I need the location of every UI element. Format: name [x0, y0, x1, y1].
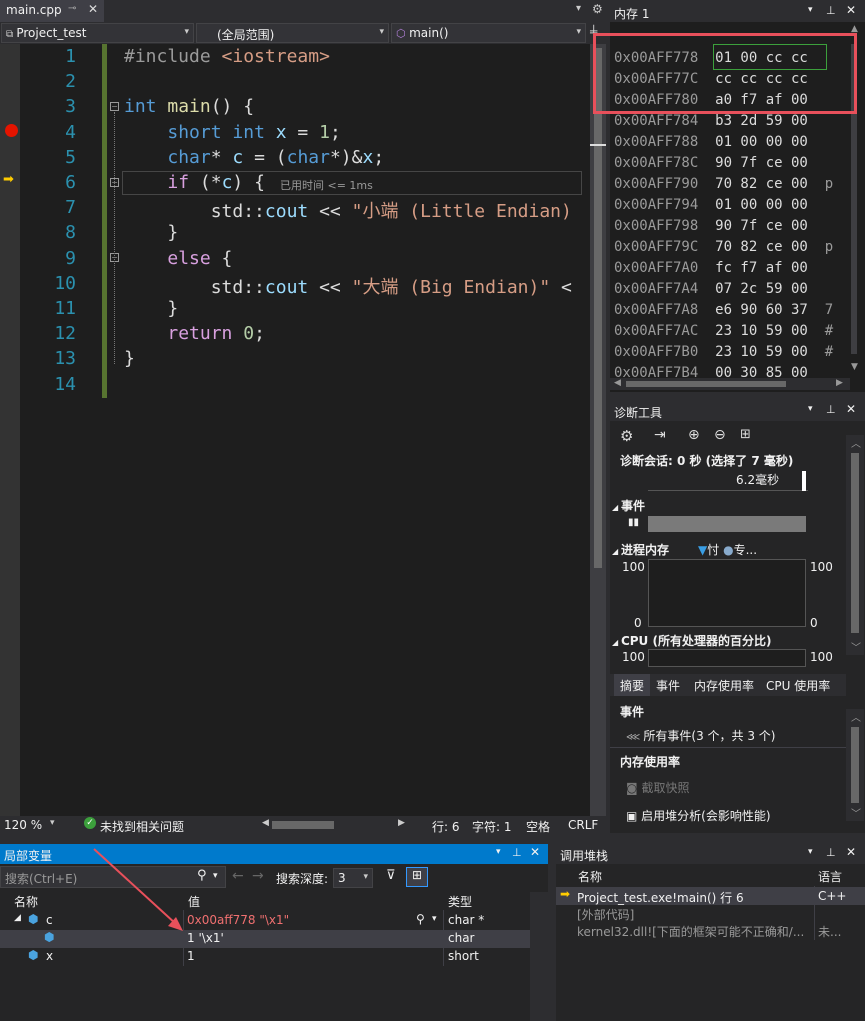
annotation-arrow — [93, 848, 183, 931]
